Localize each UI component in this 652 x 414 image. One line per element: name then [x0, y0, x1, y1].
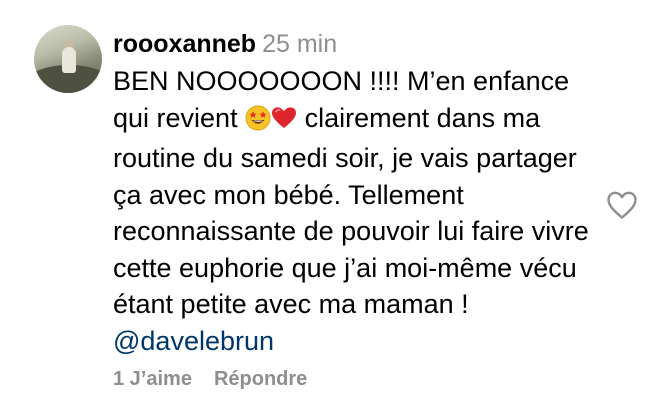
avatar-figure — [62, 47, 76, 73]
heart-outline-icon — [607, 191, 637, 219]
avatar[interactable] — [34, 25, 102, 93]
mention-link[interactable]: @davelebrun — [113, 326, 274, 356]
comment-actions: 1 J’aime Répondre — [113, 368, 307, 391]
comment-text-part-2: clairement dans ma routine du samedi soi… — [113, 102, 589, 320]
comment-text: BEN NOOOOOOON !!!! M’en enfance qui revi… — [113, 63, 593, 359]
comment: roooxanneb 25 min BEN NOOOOOOON !!!! M’en… — [0, 0, 652, 414]
comment-body: roooxanneb 25 min BEN NOOOOOOON !!!! M’en… — [113, 29, 593, 359]
timestamp[interactable]: 25 min — [262, 30, 337, 58]
username[interactable]: roooxanneb — [113, 30, 256, 58]
comment-header: roooxanneb 25 min — [113, 29, 593, 59]
like-button[interactable] — [606, 190, 638, 220]
reply-button[interactable]: Répondre — [214, 368, 307, 390]
red-heart-emoji — [271, 104, 297, 141]
likes-count-button[interactable]: 1 J’aime — [113, 368, 192, 390]
star-struck-emoji — [245, 104, 271, 141]
